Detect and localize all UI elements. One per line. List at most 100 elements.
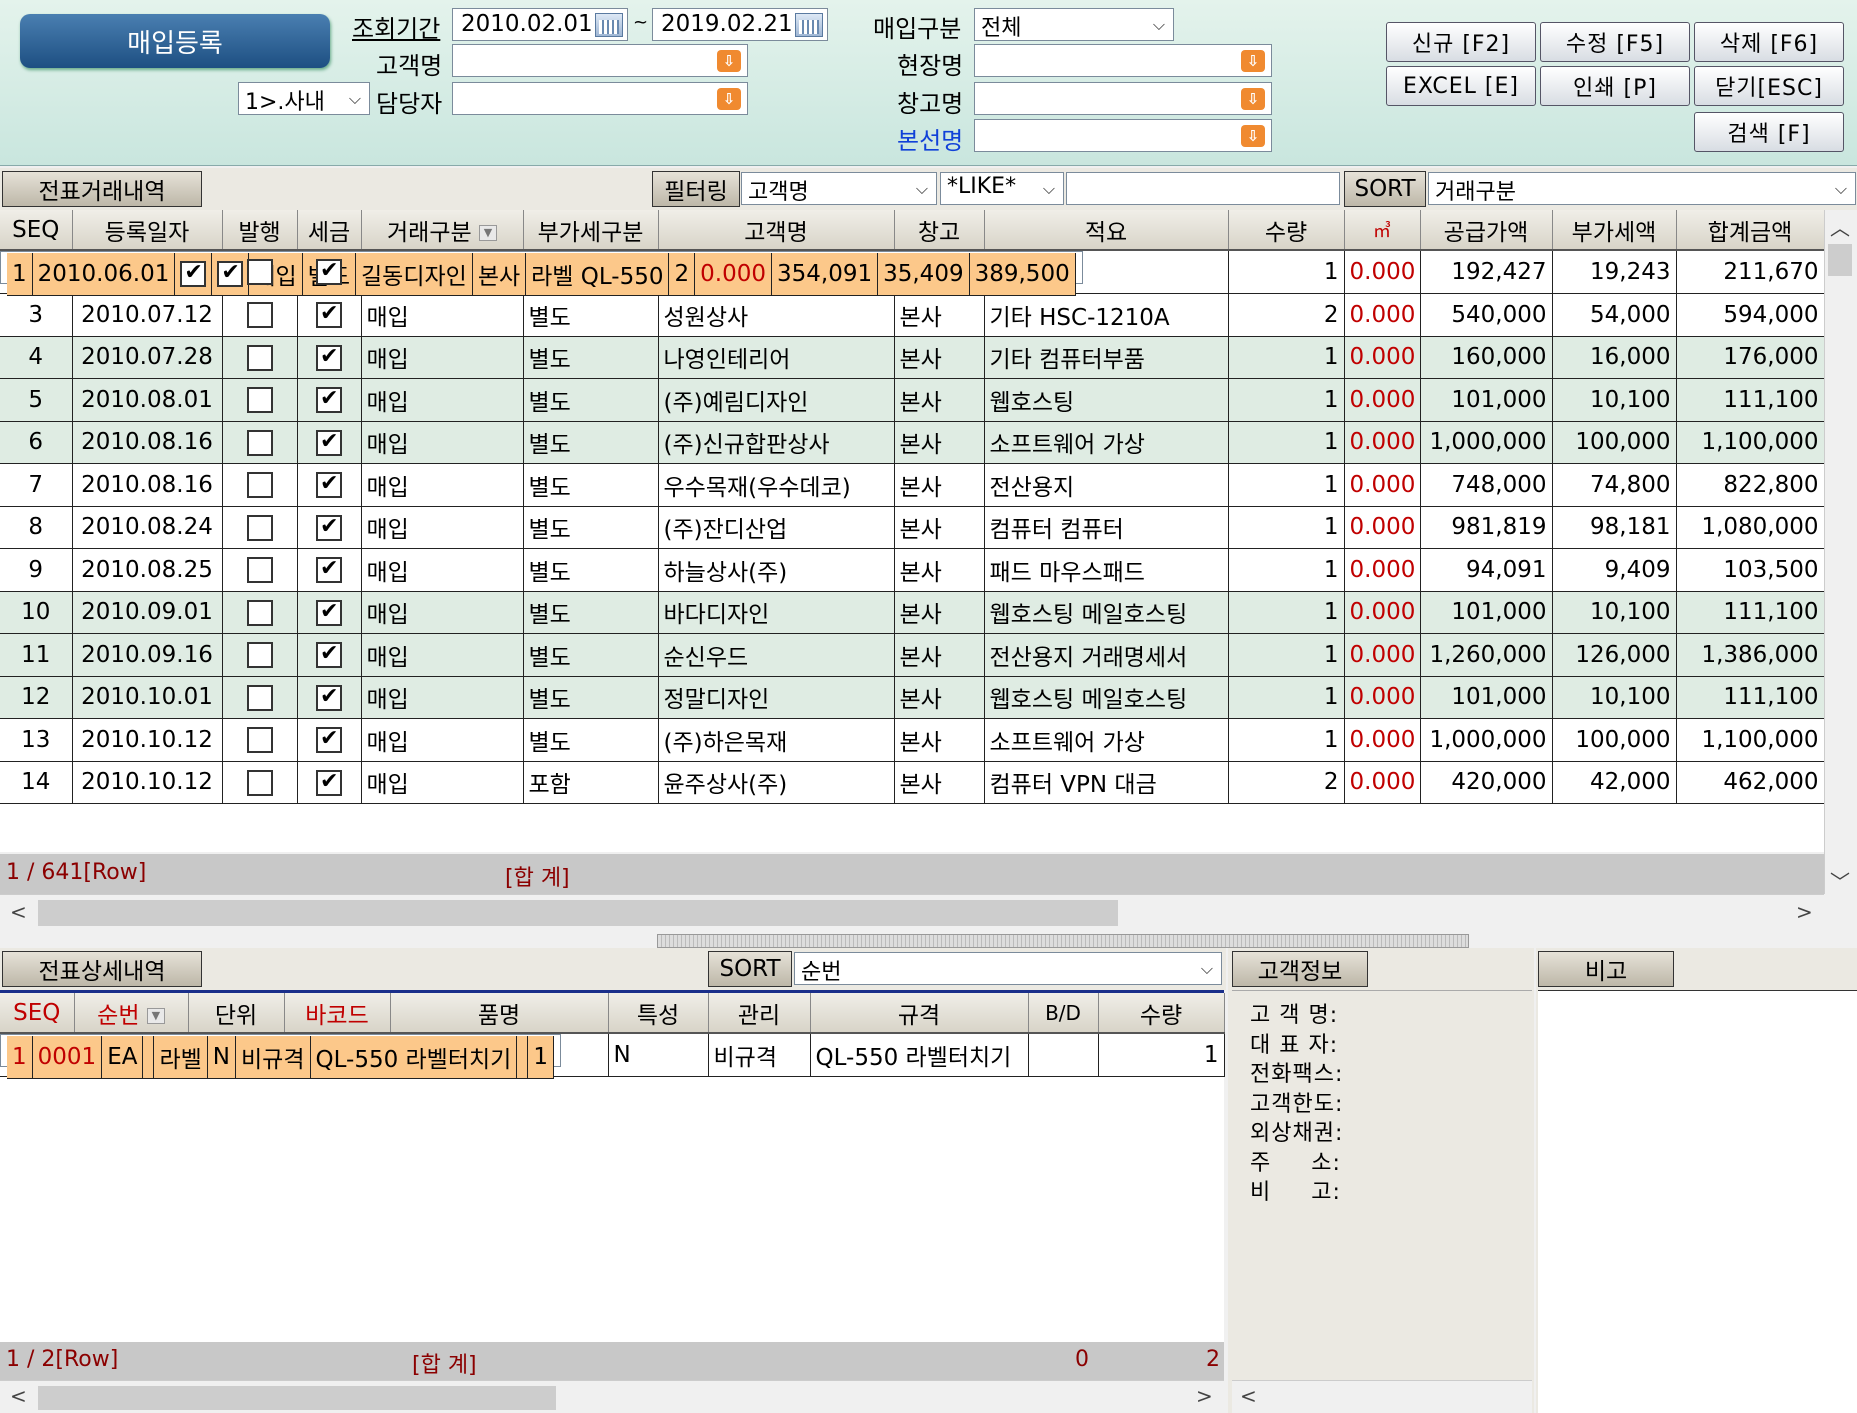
issued-checkbox[interactable]: [246, 472, 273, 498]
vat-type-cell[interactable]: 별도: [523, 378, 659, 422]
tax-cell[interactable]: [297, 336, 362, 379]
unit-cell[interactable]: EA: [101, 1036, 144, 1079]
m3-cell[interactable]: 0.000: [1344, 378, 1421, 422]
issued-cell[interactable]: [222, 378, 298, 422]
m3-cell[interactable]: 0.000: [1344, 506, 1421, 549]
col-header-qty[interactable]: 수량: [1228, 210, 1345, 251]
tax-checkbox[interactable]: [316, 726, 342, 753]
col-header-vat[interactable]: 부가세구분: [523, 210, 659, 251]
detail-sort-select[interactable]: 순번 ⌵: [794, 952, 1222, 985]
warehouse-cell[interactable]: 본사: [894, 676, 985, 719]
customer-cell[interactable]: 우수목재(우수데코): [658, 463, 895, 507]
col-header-type-cell[interactable]: 거래구분 ▼: [361, 210, 524, 251]
m3-cell[interactable]: 0.000: [1344, 591, 1421, 634]
col-header-attr[interactable]: 특성: [608, 993, 709, 1034]
mgmt-cell[interactable]: 비규격: [235, 1036, 311, 1079]
date-cell[interactable]: 2010.09.16: [72, 633, 223, 677]
table-row[interactable]: 32010.07.12매입별도성원상사본사기타 HSC-1210A20.0005…: [0, 293, 1825, 337]
tax-cell[interactable]: [297, 676, 362, 719]
tax-checkbox[interactable]: [316, 514, 342, 541]
total-cell[interactable]: 594,000: [1676, 293, 1825, 337]
col-header-qty[interactable]: 수량: [1098, 993, 1225, 1034]
warehouse-cell[interactable]: 본사: [894, 633, 985, 677]
qty-cell[interactable]: 1: [1098, 1034, 1225, 1077]
vat-type-cell[interactable]: 포함: [523, 761, 659, 804]
dropdown-arrow-icon[interactable]: ⇩: [1241, 88, 1265, 110]
warehouse-cell[interactable]: 본사: [894, 378, 985, 422]
vat-amount-cell[interactable]: 74,800: [1552, 463, 1677, 507]
memo-cell[interactable]: 웹호스팅 메일호스팅: [984, 591, 1229, 634]
tax-cell[interactable]: [297, 506, 362, 549]
vat-type-cell[interactable]: 별도: [523, 293, 659, 337]
new-button[interactable]: 신규 [F2]: [1386, 22, 1536, 62]
print-button[interactable]: 인쇄 [P]: [1540, 66, 1690, 106]
tax-cell[interactable]: [297, 761, 362, 804]
total-cell[interactable]: 111,100: [1676, 378, 1825, 422]
tax-checkbox[interactable]: [316, 301, 342, 328]
m3-cell[interactable]: 0.000: [694, 253, 772, 296]
col-header-bd[interactable]: B/D: [1028, 993, 1099, 1034]
col-header-seq[interactable]: SEQ: [0, 993, 75, 1034]
table-row[interactable]: 112010.09.16매입별도순신우드본사전산용지 거래명세서10.0001,…: [0, 633, 1825, 677]
seq-cell[interactable]: 3: [0, 293, 73, 337]
issued-cell[interactable]: [222, 336, 298, 379]
total-cell[interactable]: 1,100,000: [1676, 421, 1825, 464]
tax-cell[interactable]: [297, 591, 362, 634]
scroll-up-icon[interactable]: ︿: [1830, 212, 1850, 241]
issued-checkbox[interactable]: [246, 642, 273, 668]
customer-cell[interactable]: 나영인테리어: [658, 336, 895, 379]
warehouse-cell[interactable]: 본사: [894, 548, 985, 592]
memo-cell[interactable]: 컴퓨터 컴퓨터: [984, 506, 1229, 549]
seq-cell[interactable]: 9: [0, 548, 73, 592]
issued-checkbox[interactable]: [180, 260, 207, 288]
customer-cell[interactable]: (주)예림디자인: [658, 378, 895, 422]
qty-cell[interactable]: 1: [1228, 633, 1345, 677]
supply-cell[interactable]: 101,000: [1420, 378, 1553, 422]
tax-cell[interactable]: [297, 633, 362, 677]
total-cell[interactable]: 1,080,000: [1676, 506, 1825, 549]
vat-type-cell[interactable]: 별도: [523, 718, 659, 762]
tax-checkbox[interactable]: [316, 769, 342, 796]
qty-cell[interactable]: 1: [1228, 548, 1345, 592]
tax-checkbox[interactable]: [316, 684, 342, 711]
tax-checkbox[interactable]: [217, 260, 244, 288]
qty-cell[interactable]: 1: [1228, 591, 1345, 634]
issued-cell[interactable]: [222, 293, 298, 337]
table-row[interactable]: 122010.10.01매입별도정말디자인본사웹호스팅 메일호스팅10.0001…: [0, 676, 1825, 719]
m3-cell[interactable]: 0.000: [1344, 336, 1421, 379]
total-cell[interactable]: 1,100,000: [1676, 718, 1825, 762]
issued-checkbox[interactable]: [246, 514, 273, 541]
m3-cell[interactable]: 0.000: [1344, 676, 1421, 719]
issued-cell[interactable]: [174, 253, 213, 296]
seq-cell[interactable]: 13: [0, 718, 73, 762]
vat-type-cell[interactable]: 별도: [523, 633, 659, 677]
tax-cell[interactable]: [297, 421, 362, 464]
table-row[interactable]: 72010.08.16 매입별도우수목재(우수데코)본사전산용지10.000748…: [0, 463, 1825, 507]
m3-cell[interactable]: 0.000: [1344, 293, 1421, 337]
warehouse-cell[interactable]: 본사: [894, 718, 985, 762]
issued-checkbox[interactable]: [246, 344, 273, 371]
issued-cell[interactable]: [222, 761, 298, 804]
qty-cell[interactable]: 1: [1228, 378, 1345, 422]
issued-checkbox[interactable]: [246, 727, 273, 753]
seq-cell[interactable]: 6: [0, 421, 73, 464]
tax-checkbox[interactable]: [316, 344, 342, 371]
supply-cell[interactable]: 94,091: [1420, 548, 1553, 592]
table-row[interactable]: 142010.10.12 매입포함윤주상사(주)본사컴퓨터 VPN 대금20.00…: [0, 761, 1825, 804]
close-button[interactable]: 닫기[ESC]: [1694, 66, 1844, 106]
type-cell[interactable]: 매입: [361, 378, 524, 422]
tax-cell[interactable]: [297, 463, 362, 507]
seq-cell[interactable]: 14: [0, 761, 73, 804]
type-cell[interactable]: 매입: [361, 336, 524, 379]
warehouse-cell[interactable]: 본사: [894, 506, 985, 549]
total-cell[interactable]: 1,386,000: [1676, 633, 1825, 677]
customer-cell[interactable]: 하늘상사(주): [658, 548, 895, 592]
qty-cell[interactable]: 1: [1228, 336, 1345, 379]
date-cell[interactable]: 2010.08.25: [72, 548, 223, 592]
item-name-cell[interactable]: 라벨: [153, 1036, 208, 1079]
bd-cell[interactable]: [516, 1036, 529, 1079]
attr-cell[interactable]: N: [608, 1034, 709, 1077]
date-cell[interactable]: 2010.09.01: [72, 591, 223, 634]
issued-checkbox[interactable]: [246, 429, 273, 456]
branch-input[interactable]: ⇩: [974, 119, 1272, 152]
